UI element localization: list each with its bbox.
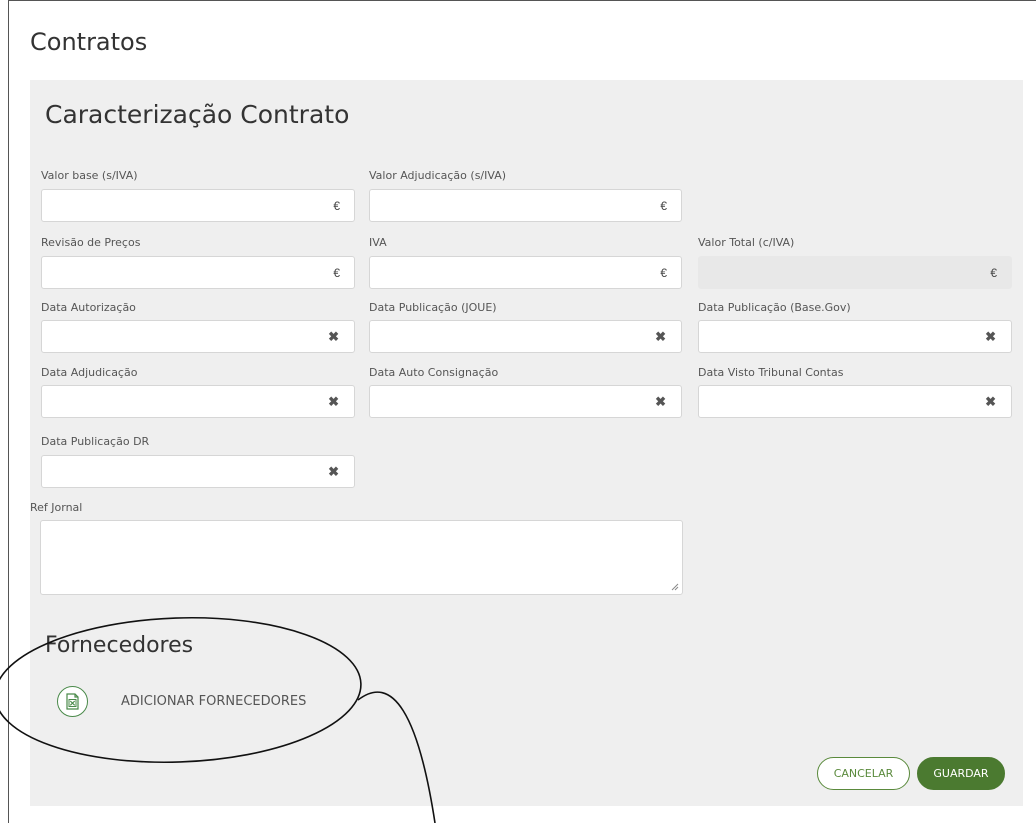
clear-icon[interactable]: ✖ [328, 329, 339, 345]
clear-icon[interactable]: ✖ [655, 329, 666, 345]
euro-icon: € [333, 199, 340, 213]
data-visto-tribunal-label: Data Visto Tribunal Contas [698, 366, 844, 379]
data-autorizacao-input[interactable]: ✖ [41, 320, 355, 353]
window-border-left [8, 0, 9, 823]
data-publicacao-basegov-label: Data Publicação (Base.Gov) [698, 301, 851, 314]
euro-icon: € [660, 199, 667, 213]
valor-adjudicacao-input[interactable]: € [369, 189, 682, 222]
clear-icon[interactable]: ✖ [328, 394, 339, 410]
data-publicacao-dr-label: Data Publicação DR [41, 435, 150, 448]
clear-icon[interactable]: ✖ [985, 394, 996, 410]
clear-icon[interactable]: ✖ [655, 394, 666, 410]
section-title: Caracterização Contrato [45, 100, 350, 129]
resize-handle-icon[interactable] [671, 583, 679, 591]
euro-icon: € [333, 266, 340, 280]
valor-base-label: Valor base (s/IVA) [41, 169, 138, 182]
data-auto-consignacao-label: Data Auto Consignação [369, 366, 499, 379]
data-publicacao-joue-input[interactable]: ✖ [369, 320, 682, 353]
data-auto-consignacao-input[interactable]: ✖ [369, 385, 682, 418]
euro-icon: € [990, 266, 997, 280]
data-adjudicacao-label: Data Adjudicação [41, 366, 138, 379]
add-suppliers-label: ADICIONAR FORNECEDORES [121, 694, 307, 709]
data-visto-tribunal-input[interactable]: ✖ [698, 385, 1012, 418]
ref-jornal-label: Ref Jornal [30, 501, 83, 514]
data-publicacao-dr-input[interactable]: ✖ [41, 455, 355, 488]
valor-total-input: € [698, 256, 1012, 289]
clear-icon[interactable]: ✖ [328, 464, 339, 480]
clear-icon[interactable]: ✖ [985, 329, 996, 345]
cancel-button[interactable]: CANCELAR [817, 757, 910, 790]
valor-total-label: Valor Total (c/IVA) [698, 236, 795, 249]
ref-jornal-textarea[interactable] [40, 520, 683, 595]
revisao-precos-input[interactable]: € [41, 256, 355, 289]
data-autorizacao-label: Data Autorização [41, 301, 136, 314]
add-suppliers-button[interactable]: ADICIONAR FORNECEDORES [57, 686, 306, 717]
valor-adjudicacao-label: Valor Adjudicação (s/IVA) [369, 169, 507, 182]
valor-base-input[interactable]: € [41, 189, 355, 222]
data-publicacao-joue-label: Data Publicação (JOUE) [369, 301, 497, 314]
iva-input[interactable]: € [369, 256, 682, 289]
page-title: Contratos [30, 28, 148, 56]
save-button[interactable]: GUARDAR [917, 757, 1005, 790]
excel-file-icon[interactable] [57, 686, 88, 717]
revisao-precos-label: Revisão de Preços [41, 236, 141, 249]
iva-label: IVA [369, 236, 387, 249]
data-adjudicacao-input[interactable]: ✖ [41, 385, 355, 418]
window-border-top [8, 0, 1036, 1]
suppliers-title: Fornecedores [45, 633, 194, 658]
data-publicacao-basegov-input[interactable]: ✖ [698, 320, 1012, 353]
euro-icon: € [660, 266, 667, 280]
